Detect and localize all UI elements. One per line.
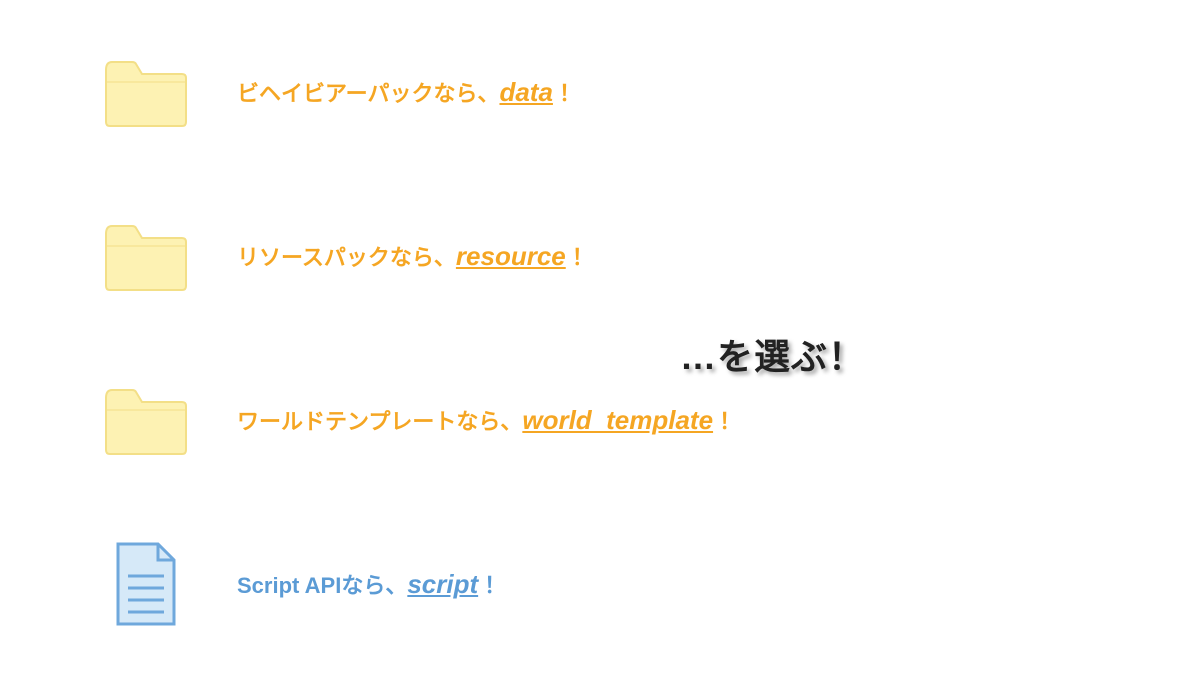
option-keyword: resource	[456, 241, 566, 271]
option-exclaim: ！	[484, 573, 506, 598]
option-keyword: world_template	[522, 405, 713, 435]
file-icon	[100, 538, 192, 630]
option-prefix: ワールドテンプレートなら、	[237, 409, 522, 434]
option-keyword: data	[499, 77, 552, 107]
option-row-script: Script APIなら、script！	[100, 538, 506, 630]
choose-text: …を選ぶ！	[680, 328, 865, 380]
option-prefix: Script APIなら、	[237, 573, 407, 598]
option-keyword: script	[407, 569, 478, 599]
option-label: ワールドテンプレートなら、world_template！	[237, 404, 741, 436]
option-row-resource: リソースパックなら、resource！	[100, 210, 594, 302]
slide-canvas: ビヘイビアーパックなら、data！ リソースパックなら、resource！ ワー…	[0, 0, 1200, 675]
option-prefix: リソースパックなら、	[237, 245, 456, 270]
option-label: Script APIなら、script！	[237, 568, 506, 600]
option-prefix: ビヘイビアーパックなら、	[237, 81, 499, 106]
folder-icon	[100, 46, 192, 138]
option-exclaim: ！	[572, 245, 594, 270]
folder-icon	[100, 210, 192, 302]
folder-icon	[100, 374, 192, 466]
option-row-data: ビヘイビアーパックなら、data ！	[100, 46, 581, 138]
option-label: ビヘイビアーパックなら、data ！	[237, 76, 581, 108]
option-exclaim: ！	[719, 409, 741, 434]
option-row-world-template: ワールドテンプレートなら、world_template！	[100, 374, 741, 466]
option-label: リソースパックなら、resource！	[237, 240, 594, 272]
option-exclaim: ！	[559, 81, 581, 106]
